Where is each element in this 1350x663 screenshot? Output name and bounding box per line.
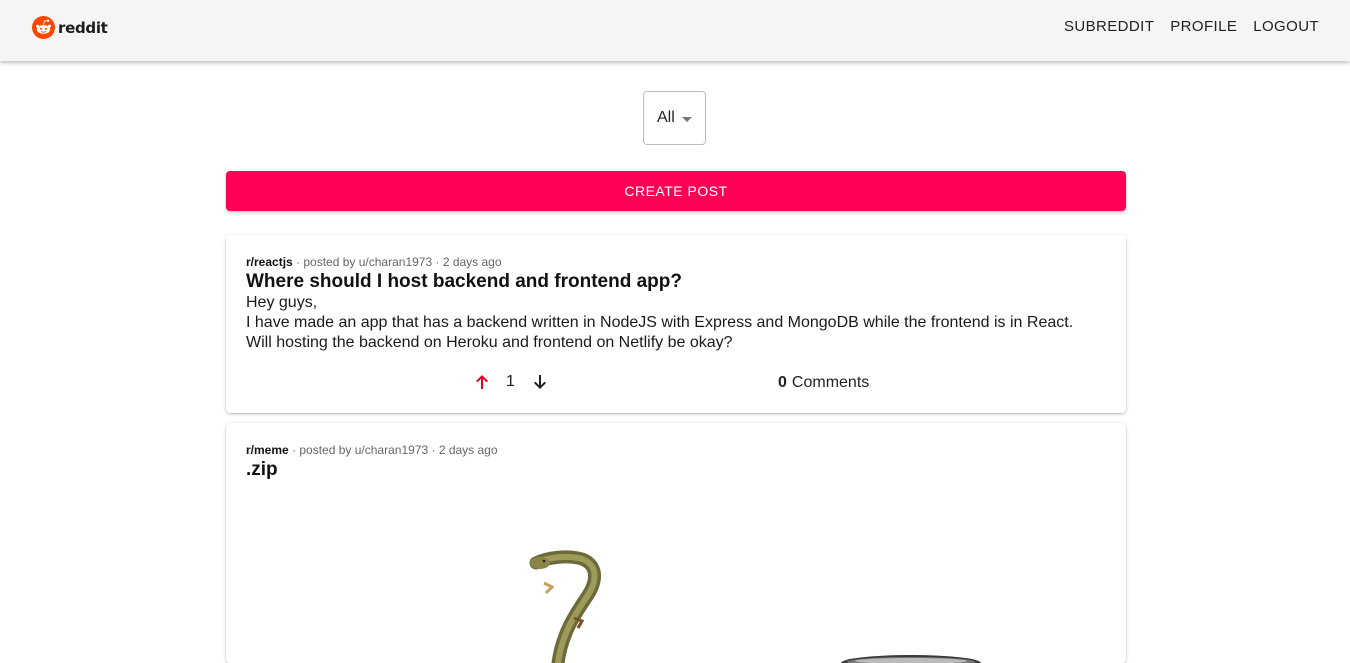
nav-links: SUBREDDIT PROFILE LOGOUT xyxy=(1064,18,1319,35)
post-body-line: Will hosting the backend on Heroku and f… xyxy=(246,334,733,351)
post-image[interactable] xyxy=(226,503,1126,663)
comments-link[interactable]: 0 Comments xyxy=(778,374,869,392)
meta-separator: · xyxy=(428,443,439,457)
post-time: 2 days ago xyxy=(442,255,502,269)
post-subreddit-link[interactable]: r/reactjs xyxy=(246,255,293,269)
post-card[interactable]: r/reactjs · posted by u/charan1973 · 2 d… xyxy=(226,235,1126,413)
create-post-button[interactable]: CREATE POST xyxy=(226,171,1126,211)
post-time: 2 days ago xyxy=(438,443,498,457)
meta-separator: · xyxy=(432,255,443,269)
navbar: reddit SUBREDDIT PROFILE LOGOUT xyxy=(0,0,1350,61)
post-author[interactable]: posted by u/charan1973 xyxy=(299,443,428,457)
reddit-logo[interactable]: reddit xyxy=(32,16,108,39)
filter-selected-value: All xyxy=(657,109,675,126)
post-card[interactable]: r/meme · posted by u/charan1973 · 2 days… xyxy=(226,423,1126,663)
comments-label: Comments xyxy=(791,374,870,391)
post-meta: r/reactjs · posted by u/charan1973 · 2 d… xyxy=(246,255,502,269)
meta-separator: · xyxy=(292,255,304,269)
subreddit-filter-select[interactable]: All xyxy=(643,91,706,145)
post-body: Hey guys, I have made an app that has a … xyxy=(246,293,1106,353)
post-body-line: I have made an app that has a backend wr… xyxy=(246,314,1074,331)
nav-profile-link[interactable]: PROFILE xyxy=(1170,18,1237,35)
snake-and-zip-meme-image xyxy=(529,550,981,663)
nav-logout-link[interactable]: LOGOUT xyxy=(1253,18,1319,35)
vote-controls: 1 xyxy=(474,373,548,391)
logo-wordmark: reddit xyxy=(58,18,108,37)
downvote-arrow-icon[interactable] xyxy=(532,374,548,390)
post-title[interactable]: .zip xyxy=(246,459,278,481)
nav-subreddit-link[interactable]: SUBREDDIT xyxy=(1064,18,1154,35)
post-subreddit-link[interactable]: r/meme xyxy=(246,443,289,457)
meta-separator: · xyxy=(288,443,300,457)
post-author[interactable]: posted by u/charan1973 xyxy=(303,255,432,269)
post-body-line: Hey guys, xyxy=(246,294,318,311)
post-title[interactable]: Where should I host backend and frontend… xyxy=(246,271,682,293)
reddit-alien-icon xyxy=(32,16,55,39)
post-meta: r/meme · posted by u/charan1973 · 2 days… xyxy=(246,443,498,457)
vote-count: 1 xyxy=(506,373,515,390)
upvote-arrow-icon[interactable] xyxy=(474,374,490,390)
comment-count: 0 xyxy=(778,374,787,391)
caret-down-icon xyxy=(682,117,692,122)
